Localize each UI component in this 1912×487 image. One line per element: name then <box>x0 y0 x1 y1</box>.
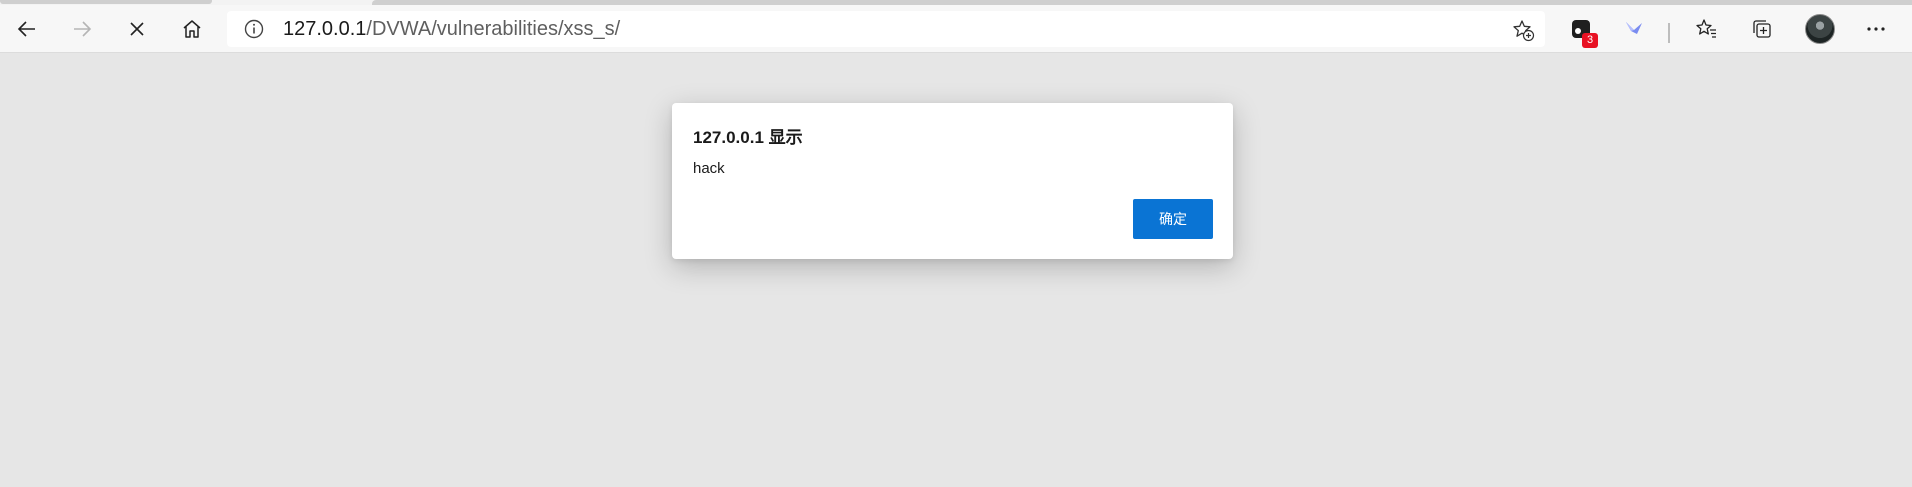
info-icon[interactable] <box>243 18 265 40</box>
star-plus-icon[interactable] <box>1511 18 1535 42</box>
tab-edge[interactable] <box>0 0 212 4</box>
page-viewport: 127.0.0.1 显示 hack 确定 <box>0 54 1912 487</box>
url-text[interactable]: 127.0.0.1/DVWA/vulnerabilities/xss_s/ <box>283 11 620 47</box>
collections-icon <box>1753 20 1771 38</box>
collections-button[interactable] <box>1748 15 1776 43</box>
dialog-title: 127.0.0.1 显示 <box>693 128 803 147</box>
favorites-button[interactable] <box>1692 15 1720 43</box>
favorites-icon <box>1696 19 1716 38</box>
extension-badge: 3 <box>1582 33 1598 48</box>
home-icon <box>183 20 201 38</box>
close-icon <box>130 22 144 36</box>
address-bar[interactable]: 127.0.0.1/DVWA/vulnerabilities/xss_s/ <box>227 11 1545 47</box>
more-button[interactable] <box>1862 15 1890 43</box>
forward-button[interactable] <box>64 11 100 47</box>
home-button[interactable] <box>174 11 210 47</box>
stop-button[interactable] <box>119 11 155 47</box>
alert-dialog: 127.0.0.1 显示 hack 确定 <box>672 103 1233 259</box>
url-host: 127.0.0.1 <box>283 18 367 40</box>
more-icon <box>1867 27 1885 31</box>
dialog-message: hack <box>693 160 725 177</box>
extension-button-2[interactable] <box>1620 15 1648 43</box>
ok-button[interactable]: 确定 <box>1133 199 1213 239</box>
back-button[interactable] <box>9 11 45 47</box>
bird-icon <box>1626 22 1642 34</box>
toolbar-divider <box>1668 23 1670 43</box>
url-path: /DVWA/vulnerabilities/xss_s/ <box>366 18 621 40</box>
browser-toolbar: 127.0.0.1/DVWA/vulnerabilities/xss_s/ 3 <box>0 5 1912 53</box>
arrow-right-icon <box>74 21 92 37</box>
avatar[interactable] <box>1805 14 1835 44</box>
arrow-left-icon <box>17 21 35 37</box>
